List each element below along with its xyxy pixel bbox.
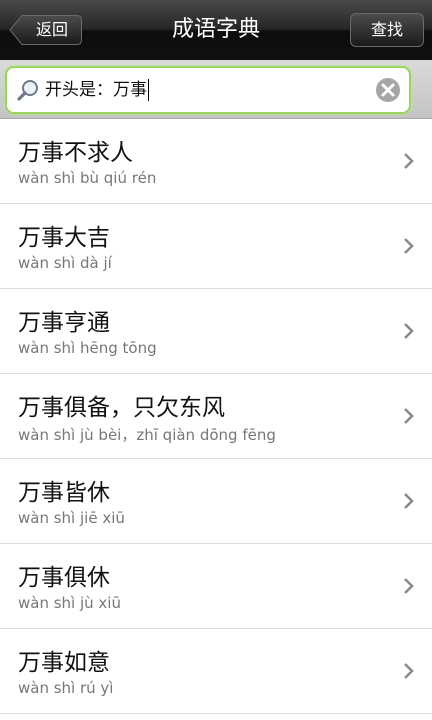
- idiom-text: 万事俱休: [18, 565, 110, 591]
- idiom-list: 万事不求人 wàn shì bù qiú rén 万事大吉 wàn shì dà…: [0, 119, 432, 714]
- idiom-text: 万事俱备，只欠东风: [18, 395, 225, 421]
- chevron-right-icon: [404, 153, 414, 169]
- text-cursor: [148, 79, 149, 101]
- list-item[interactable]: 万事大吉 wàn shì dà jí: [0, 204, 432, 289]
- chevron-right-icon: [404, 238, 414, 254]
- pinyin-text: wàn shì jù bèi，zhī qiàn dōng fēng: [18, 426, 276, 444]
- search-icon: [17, 80, 38, 101]
- pinyin-text: wàn shì bù qiú rén: [18, 169, 157, 187]
- chevron-right-icon: [404, 578, 414, 594]
- search-input[interactable]: 开头是：万事: [5, 66, 411, 114]
- search-bar: 开头是：万事: [0, 60, 432, 119]
- clear-icon[interactable]: [374, 76, 402, 104]
- pinyin-text: wàn shì jiē xiū: [18, 509, 125, 527]
- list-item[interactable]: 万事亨通 wàn shì hēng tōng: [0, 289, 432, 374]
- idiom-text: 万事不求人: [18, 140, 133, 166]
- list-item[interactable]: 万事如意 wàn shì rú yì: [0, 629, 432, 714]
- pinyin-text: wàn shì rú yì: [18, 679, 114, 697]
- list-item[interactable]: 万事俱备，只欠东风 wàn shì jù bèi，zhī qiàn dōng f…: [0, 374, 432, 459]
- idiom-text: 万事亨通: [18, 310, 110, 336]
- find-button[interactable]: 查找: [350, 13, 424, 47]
- idiom-text: 万事如意: [18, 650, 110, 676]
- pinyin-text: wàn shì dà jí: [18, 254, 112, 272]
- idiom-text: 万事大吉: [18, 225, 110, 251]
- app-header: 返回 成语字典 查找: [0, 0, 432, 61]
- chevron-right-icon: [404, 408, 414, 424]
- list-item[interactable]: 万事俱休 wàn shì jù xiū: [0, 544, 432, 629]
- chevron-right-icon: [404, 323, 414, 339]
- pinyin-text: wàn shì hēng tōng: [18, 339, 157, 357]
- idiom-text: 万事皆休: [18, 480, 110, 506]
- pinyin-text: wàn shì jù xiū: [18, 594, 121, 612]
- search-query-text: 开头是：万事: [45, 80, 147, 100]
- chevron-right-icon: [404, 663, 414, 679]
- list-item[interactable]: 万事不求人 wàn shì bù qiú rén: [0, 119, 432, 204]
- list-item[interactable]: 万事皆休 wàn shì jiē xiū: [0, 459, 432, 544]
- chevron-right-icon: [404, 493, 414, 509]
- search-query: 开头是：万事: [45, 68, 149, 112]
